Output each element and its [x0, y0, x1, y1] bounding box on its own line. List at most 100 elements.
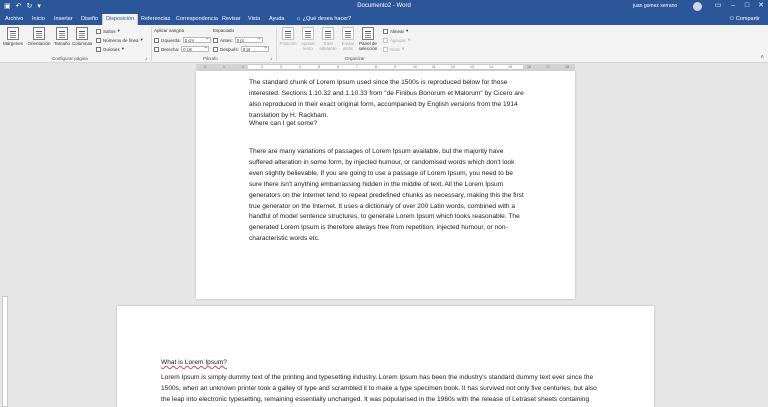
ribbon-display-icon[interactable]: ▭ [711, 1, 725, 11]
group-divider [151, 27, 152, 61]
document-page[interactable]: The standard chunk of Lorem Ipsum used s… [196, 71, 575, 299]
indent-right-icon [154, 46, 159, 52]
ruler-tick-label: 18 [565, 65, 569, 69]
group-divider [276, 27, 277, 61]
breaks-icon [96, 28, 101, 34]
columns-button[interactable]: Columnas [72, 27, 92, 46]
tab-insertar[interactable]: Insertar [51, 14, 76, 25]
tell-me-search[interactable]: ☼ ¿Qué desea hacer? [293, 14, 354, 25]
ruler-tick-label: 2 [204, 65, 206, 69]
bring-forward-button[interactable]: Traer adelante [318, 27, 338, 51]
position-icon [282, 27, 294, 40]
heading-paragraph[interactable]: What is Lorem Ipsum? [161, 358, 621, 369]
ribbon: Márgenes Orientación Tamaño Columnas Sal… [0, 25, 768, 63]
ruler-tick-label: 1 [223, 65, 225, 69]
ruler-tick-label: 13 [470, 65, 474, 69]
wrap-text-icon [302, 27, 314, 40]
indent-left-row: Izquierda: 0 cm [154, 37, 211, 43]
paragraph[interactable]: Where can I get some? [249, 119, 525, 130]
send-backward-button[interactable]: Enviar atrás [338, 27, 358, 51]
hyphenation-icon [96, 46, 101, 52]
share-label: Compartir [735, 16, 760, 22]
selection-pane-button[interactable]: Panel de selección [356, 27, 380, 51]
paragraph[interactable]: There are many variations of passages of… [249, 147, 525, 245]
title-bar: ▣ ↶ ↻ ▾ Documento2 - Word juan gomez ser… [0, 0, 768, 13]
margins-icon [7, 27, 19, 40]
document-page[interactable]: What is Lorem Ipsum? Lorem Ipsum is simp… [117, 306, 654, 407]
ruler-tick-label: 6 [337, 65, 339, 69]
tab-inicio[interactable]: Inicio [29, 14, 48, 25]
ruler-tick-label: 17 [546, 65, 550, 69]
spacing-heading: Espaciado [213, 28, 235, 33]
tab-archivo[interactable]: Archivo [2, 14, 26, 25]
ruler-tick-label: 16 [527, 65, 531, 69]
ruler-tick-label: 15 [508, 65, 512, 69]
ruler-tick-label: 11 [432, 65, 436, 69]
group-label-parrafo: Párrafo [203, 56, 218, 61]
close-icon[interactable]: ✕ [754, 1, 768, 11]
wrap-text-button[interactable]: Ajustar texto [298, 27, 318, 51]
spacing-before-row: Antes: 0 pt [213, 37, 263, 43]
tab-disposicion[interactable]: Disposición [102, 14, 139, 25]
avatar[interactable] [693, 2, 702, 11]
group-button[interactable]: Agrupar ▾ [383, 37, 410, 43]
group-label-configurar: Configurar página [52, 56, 88, 61]
line-numbers-icon [96, 37, 101, 43]
ruler-tick-label: 3 [280, 65, 282, 69]
horizontal-ruler[interactable]: 2 1 1 2 3 4 5 6 7 8 9 10 11 12 13 14 15 16 17 18 [0, 63, 768, 71]
spacing-after-row: Después: 8 pt [213, 46, 270, 52]
ruler-tick-label: 14 [489, 65, 493, 69]
orientation-button[interactable]: Orientación [27, 27, 51, 46]
tab-vista[interactable]: Vista [245, 14, 263, 25]
rotate-icon [383, 46, 388, 52]
collapse-ribbon-icon[interactable]: ˄ [760, 55, 764, 61]
spacing-after-icon [213, 46, 218, 52]
tab-diseno[interactable]: Diseño [78, 14, 101, 25]
line-numbers-button[interactable]: Números de línea ▾ [96, 37, 143, 43]
indent-right-row: Derecha: 0 cm [154, 46, 210, 52]
margins-button[interactable]: Márgenes [3, 27, 23, 46]
columns-icon [76, 27, 88, 40]
user-name[interactable]: juan gomez serrano [633, 3, 677, 9]
tab-revisar[interactable]: Revisar [219, 14, 244, 25]
orientation-icon [33, 27, 45, 40]
indent-left-input[interactable]: 0 cm [182, 37, 211, 43]
ruler-tick-label: 4 [299, 65, 301, 69]
tab-referencias[interactable]: Referencias [138, 14, 173, 25]
tab-correspondencia[interactable]: Correspondencia [173, 14, 221, 25]
spacing-before-icon [213, 37, 218, 43]
spacing-before-input[interactable]: 0 pt [234, 37, 263, 43]
ruler-tick-label: 12 [451, 65, 455, 69]
tell-me-label: ¿Qué desea hacer? [302, 16, 352, 22]
bring-forward-icon [322, 27, 334, 40]
ruler-tick-label: 2 [261, 65, 263, 69]
vertical-ruler[interactable] [2, 296, 8, 407]
rotate-button[interactable]: Girar ▾ [383, 46, 404, 52]
selection-pane-icon [362, 27, 374, 40]
position-button[interactable]: Posición [278, 27, 298, 46]
ruler-tick-label: 9 [394, 65, 396, 69]
ruler-numbers: 2 1 1 2 3 4 5 6 7 8 9 10 11 12 13 14 15 16 17 18 [196, 64, 575, 70]
maximize-icon[interactable]: □ [740, 1, 754, 11]
indent-right-input[interactable]: 0 cm [181, 46, 210, 52]
align-button[interactable]: Alinear ▾ [383, 28, 408, 34]
ruler-tick-label: 8 [375, 65, 377, 69]
lightbulb-icon: ☼ [296, 16, 303, 22]
ruler-tick-label: 5 [318, 65, 320, 69]
page-setup-launcher-icon[interactable]: ⌟ [145, 55, 147, 61]
share-button[interactable]: ⚇ Compartir [729, 14, 760, 25]
paragraph[interactable]: The standard chunk of Lorem Ipsum used s… [249, 78, 525, 122]
minimize-icon[interactable]: – [726, 1, 740, 11]
tab-ayuda[interactable]: Ayuda [266, 14, 288, 25]
breaks-button[interactable]: Saltos ▾ [96, 28, 120, 34]
group-label-organizar: Organizar [345, 56, 365, 61]
size-button[interactable]: Tamaño [52, 27, 72, 46]
paragraph[interactable]: Lorem Ipsum is simply dummy text of the … [161, 373, 601, 407]
indent-heading: Aplicar sangría [154, 28, 185, 33]
align-icon [383, 28, 388, 34]
paragraph-launcher-icon[interactable]: ⌟ [270, 55, 272, 61]
hyphenation-button[interactable]: Guiones ▾ [96, 46, 124, 52]
ruler-tick-label: 1 [242, 65, 244, 69]
indent-left-icon [154, 37, 159, 43]
spacing-after-input[interactable]: 8 pt [241, 46, 270, 52]
